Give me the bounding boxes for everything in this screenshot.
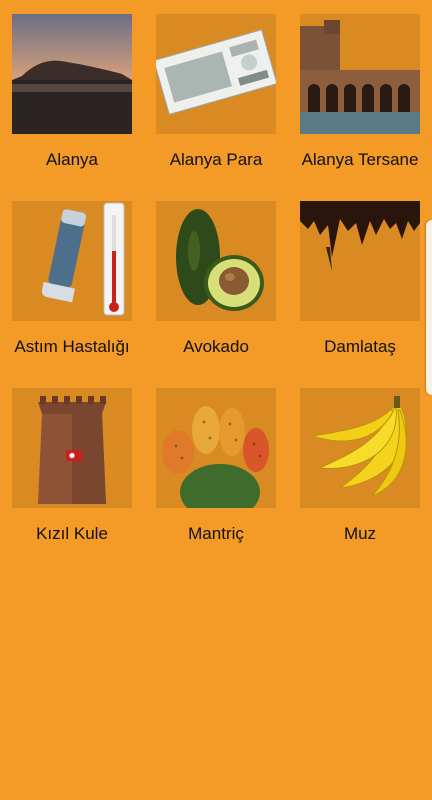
grid-item-label: Muz	[343, 524, 377, 543]
grid-item-label: Alanya Tersane	[301, 150, 419, 169]
avocado-image	[156, 201, 276, 321]
grid-item-muz[interactable]: Muz	[288, 374, 432, 561]
banana-image	[300, 388, 420, 508]
banknote-image	[156, 14, 276, 134]
edge-panel-handle[interactable]	[426, 220, 432, 395]
grid-item-label: Alanya Para	[169, 150, 263, 169]
grid-item-label: Avokado	[183, 337, 249, 356]
grid-item-alanya[interactable]: Alanya	[0, 0, 144, 187]
grid-item-label: Mantriç	[188, 524, 244, 543]
grid-item-label: Kızıl Kule	[36, 524, 108, 543]
grid-item-avokado[interactable]: Avokado	[144, 187, 288, 374]
grid-item-astim-hastaligi[interactable]: Astım Hastalığı	[0, 187, 144, 374]
red-tower-image	[12, 388, 132, 508]
grid-item-damlatas[interactable]: Damlataş	[288, 187, 432, 374]
stalactite-cave-image	[300, 201, 420, 321]
grid-item-label: Astım Hastalığı	[14, 337, 130, 356]
prickly-pear-image	[156, 388, 276, 508]
shipyard-arches-image	[300, 14, 420, 134]
grid-item-alanya-tersane[interactable]: Alanya Tersane	[288, 0, 432, 187]
grid-item-kizil-kule[interactable]: Kızıl Kule	[0, 374, 144, 561]
grid-item-label: Damlataş	[324, 337, 396, 356]
grid-item-label: Alanya	[46, 150, 98, 169]
sunset-peninsula-image	[12, 14, 132, 134]
grid-item-alanya-para[interactable]: Alanya Para	[144, 0, 288, 187]
grid-item-mantric[interactable]: Mantriç	[144, 374, 288, 561]
inhaler-thermometer-image	[12, 201, 132, 321]
